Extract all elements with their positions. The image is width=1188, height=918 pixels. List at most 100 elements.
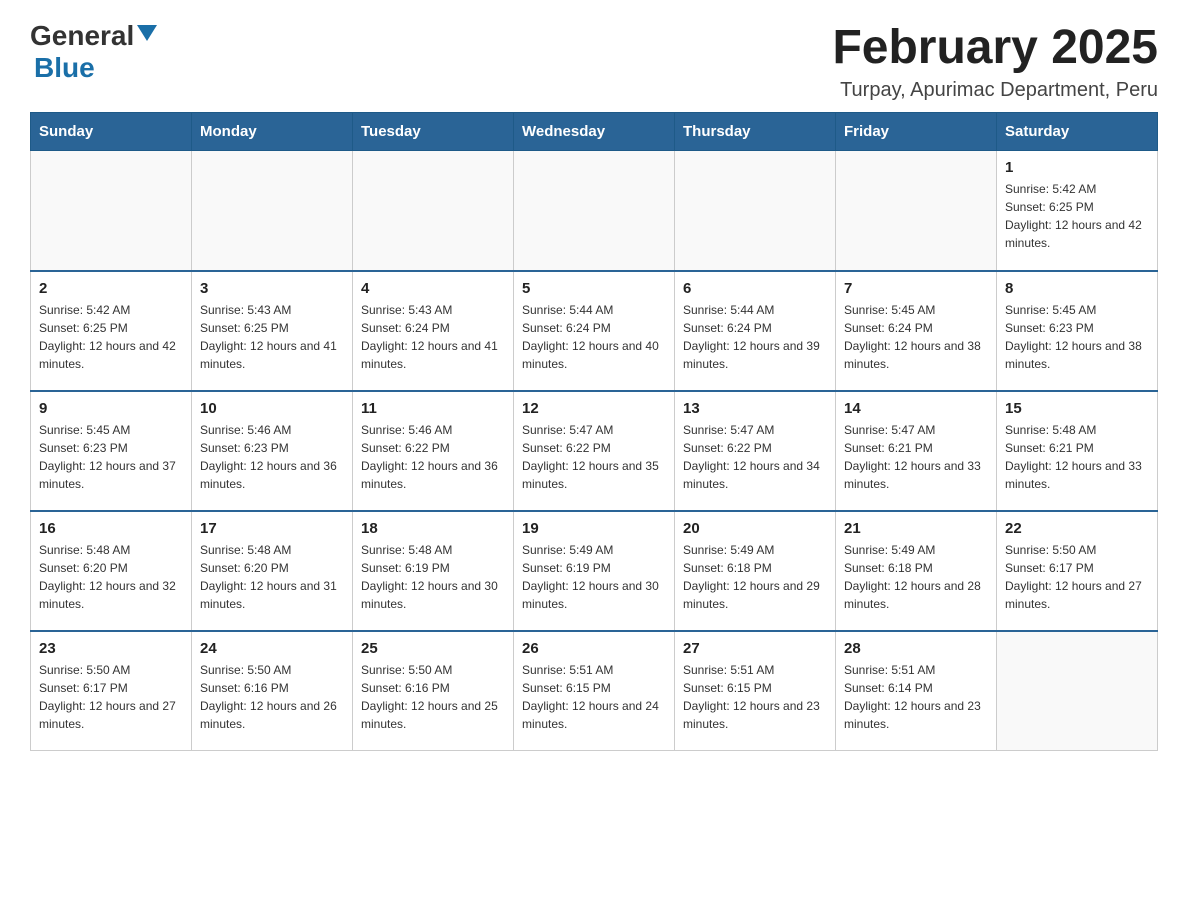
day-info: Sunrise: 5:47 AM Sunset: 6:21 PM Dayligh… — [844, 421, 988, 493]
calendar-header-friday: Friday — [836, 113, 997, 151]
day-number: 4 — [361, 280, 505, 297]
calendar-cell — [997, 631, 1158, 751]
day-number: 20 — [683, 520, 827, 537]
calendar-cell: 27 Sunrise: 5:51 AM Sunset: 6:15 PM Dayli… — [675, 631, 836, 751]
calendar-week-row: 9 Sunrise: 5:45 AM Sunset: 6:23 PM Daylig… — [31, 391, 1158, 511]
day-number: 10 — [200, 400, 344, 417]
day-number: 7 — [844, 280, 988, 297]
day-number: 22 — [1005, 520, 1149, 537]
day-number: 14 — [844, 400, 988, 417]
day-info: Sunrise: 5:47 AM Sunset: 6:22 PM Dayligh… — [522, 421, 666, 493]
calendar-cell: 6 Sunrise: 5:44 AM Sunset: 6:24 PM Daylig… — [675, 271, 836, 391]
calendar-cell — [31, 151, 192, 271]
day-number: 19 — [522, 520, 666, 537]
calendar-cell: 13 Sunrise: 5:47 AM Sunset: 6:22 PM Dayli… — [675, 391, 836, 511]
calendar-cell: 8 Sunrise: 5:45 AM Sunset: 6:23 PM Daylig… — [997, 271, 1158, 391]
calendar-header-thursday: Thursday — [675, 113, 836, 151]
day-info: Sunrise: 5:50 AM Sunset: 6:17 PM Dayligh… — [1005, 541, 1149, 613]
calendar-cell: 16Sunrise: 5:48 AM Sunset: 6:20 PM Dayli… — [31, 511, 192, 631]
day-number: 18 — [361, 520, 505, 537]
day-info: Sunrise: 5:48 AM Sunset: 6:21 PM Dayligh… — [1005, 421, 1149, 493]
page-header: General Blue February 2025 Turpay, Apuri… — [30, 20, 1158, 102]
day-number: 2 — [39, 280, 183, 297]
calendar-header-monday: Monday — [192, 113, 353, 151]
day-info: Sunrise: 5:46 AM Sunset: 6:22 PM Dayligh… — [361, 421, 505, 493]
day-number: 28 — [844, 640, 988, 657]
day-number: 6 — [683, 280, 827, 297]
day-info: Sunrise: 5:51 AM Sunset: 6:15 PM Dayligh… — [683, 661, 827, 733]
subtitle: Turpay, Apurimac Department, Peru — [832, 79, 1158, 102]
calendar-cell: 10 Sunrise: 5:46 AM Sunset: 6:23 PM Dayli… — [192, 391, 353, 511]
calendar-cell: 3 Sunrise: 5:43 AM Sunset: 6:25 PM Daylig… — [192, 271, 353, 391]
day-number: 15 — [1005, 400, 1149, 417]
calendar-cell: 18 Sunrise: 5:48 AM Sunset: 6:19 PM Dayli… — [353, 511, 514, 631]
day-number: 27 — [683, 640, 827, 657]
day-number: 3 — [200, 280, 344, 297]
day-number: 12 — [522, 400, 666, 417]
day-info: Sunrise: 5:48 AM Sunset: 6:19 PM Dayligh… — [361, 541, 505, 613]
day-info: Sunrise: 5:50 AM Sunset: 6:17 PM Dayligh… — [39, 661, 183, 733]
calendar-cell: 22 Sunrise: 5:50 AM Sunset: 6:17 PM Dayli… — [997, 511, 1158, 631]
day-number: 13 — [683, 400, 827, 417]
day-info: Sunrise: 5:44 AM Sunset: 6:24 PM Dayligh… — [683, 301, 827, 373]
day-info: Sunrise: 5:47 AM Sunset: 6:22 PM Dayligh… — [683, 421, 827, 493]
day-info: Sunrise: 5:51 AM Sunset: 6:14 PM Dayligh… — [844, 661, 988, 733]
day-info: Sunrise: 5:42 AM Sunset: 6:25 PM Dayligh… — [1005, 180, 1149, 252]
calendar-header-row: SundayMondayTuesdayWednesdayThursdayFrid… — [31, 113, 1158, 151]
calendar-cell: 1 Sunrise: 5:42 AM Sunset: 6:25 PM Daylig… — [997, 151, 1158, 271]
day-info: Sunrise: 5:45 AM Sunset: 6:24 PM Dayligh… — [844, 301, 988, 373]
calendar-cell — [192, 151, 353, 271]
day-number: 1 — [1005, 159, 1149, 176]
day-info: Sunrise: 5:48 AM Sunset: 6:20 PM Dayligh… — [39, 541, 183, 613]
day-info: Sunrise: 5:50 AM Sunset: 6:16 PM Dayligh… — [361, 661, 505, 733]
day-info: Sunrise: 5:49 AM Sunset: 6:18 PM Dayligh… — [683, 541, 827, 613]
calendar-table: SundayMondayTuesdayWednesdayThursdayFrid… — [30, 112, 1158, 751]
calendar-cell — [353, 151, 514, 271]
day-info: Sunrise: 5:42 AM Sunset: 6:25 PM Dayligh… — [39, 301, 183, 373]
logo-blue-text: Blue — [34, 52, 95, 83]
calendar-week-row: 23 Sunrise: 5:50 AM Sunset: 6:17 PM Dayli… — [31, 631, 1158, 751]
calendar-header-wednesday: Wednesday — [514, 113, 675, 151]
calendar-cell: 11Sunrise: 5:46 AM Sunset: 6:22 PM Dayli… — [353, 391, 514, 511]
day-number: 8 — [1005, 280, 1149, 297]
day-info: Sunrise: 5:44 AM Sunset: 6:24 PM Dayligh… — [522, 301, 666, 373]
calendar-header-tuesday: Tuesday — [353, 113, 514, 151]
day-info: Sunrise: 5:48 AM Sunset: 6:20 PM Dayligh… — [200, 541, 344, 613]
day-info: Sunrise: 5:46 AM Sunset: 6:23 PM Dayligh… — [200, 421, 344, 493]
day-number: 23 — [39, 640, 183, 657]
day-info: Sunrise: 5:51 AM Sunset: 6:15 PM Dayligh… — [522, 661, 666, 733]
day-number: 17 — [200, 520, 344, 537]
calendar-cell: 25 Sunrise: 5:50 AM Sunset: 6:16 PM Dayli… — [353, 631, 514, 751]
calendar-cell: 28 Sunrise: 5:51 AM Sunset: 6:14 PM Dayli… — [836, 631, 997, 751]
day-info: Sunrise: 5:45 AM Sunset: 6:23 PM Dayligh… — [1005, 301, 1149, 373]
day-number: 9 — [39, 400, 183, 417]
day-number: 5 — [522, 280, 666, 297]
day-info: Sunrise: 5:49 AM Sunset: 6:19 PM Dayligh… — [522, 541, 666, 613]
day-info: Sunrise: 5:43 AM Sunset: 6:24 PM Dayligh… — [361, 301, 505, 373]
calendar-cell: 7 Sunrise: 5:45 AM Sunset: 6:24 PM Daylig… — [836, 271, 997, 391]
calendar-cell: 23 Sunrise: 5:50 AM Sunset: 6:17 PM Dayli… — [31, 631, 192, 751]
day-number: 26 — [522, 640, 666, 657]
calendar-cell: 26 Sunrise: 5:51 AM Sunset: 6:15 PM Dayli… — [514, 631, 675, 751]
day-info: Sunrise: 5:45 AM Sunset: 6:23 PM Dayligh… — [39, 421, 183, 493]
calendar-cell: 17 Sunrise: 5:48 AM Sunset: 6:20 PM Dayli… — [192, 511, 353, 631]
calendar-cell: 9 Sunrise: 5:45 AM Sunset: 6:23 PM Daylig… — [31, 391, 192, 511]
calendar-cell: 20 Sunrise: 5:49 AM Sunset: 6:18 PM Dayli… — [675, 511, 836, 631]
calendar-header-saturday: Saturday — [997, 113, 1158, 151]
calendar-cell: 12 Sunrise: 5:47 AM Sunset: 6:22 PM Dayli… — [514, 391, 675, 511]
calendar-cell: 14 Sunrise: 5:47 AM Sunset: 6:21 PM Dayli… — [836, 391, 997, 511]
calendar-cell: 5 Sunrise: 5:44 AM Sunset: 6:24 PM Daylig… — [514, 271, 675, 391]
day-number: 25 — [361, 640, 505, 657]
logo-triangle-icon — [137, 25, 157, 41]
calendar-cell — [675, 151, 836, 271]
day-info: Sunrise: 5:43 AM Sunset: 6:25 PM Dayligh… — [200, 301, 344, 373]
calendar-week-row: 2 Sunrise: 5:42 AM Sunset: 6:25 PM Daylig… — [31, 271, 1158, 391]
day-info: Sunrise: 5:50 AM Sunset: 6:16 PM Dayligh… — [200, 661, 344, 733]
calendar-cell: 2 Sunrise: 5:42 AM Sunset: 6:25 PM Daylig… — [31, 271, 192, 391]
calendar-cell — [514, 151, 675, 271]
logo-general-text: General — [30, 20, 134, 52]
title-section: February 2025 Turpay, Apurimac Departmen… — [832, 20, 1158, 102]
calendar-cell: 19 Sunrise: 5:49 AM Sunset: 6:19 PM Dayli… — [514, 511, 675, 631]
day-number: 21 — [844, 520, 988, 537]
main-title: February 2025 — [832, 20, 1158, 75]
